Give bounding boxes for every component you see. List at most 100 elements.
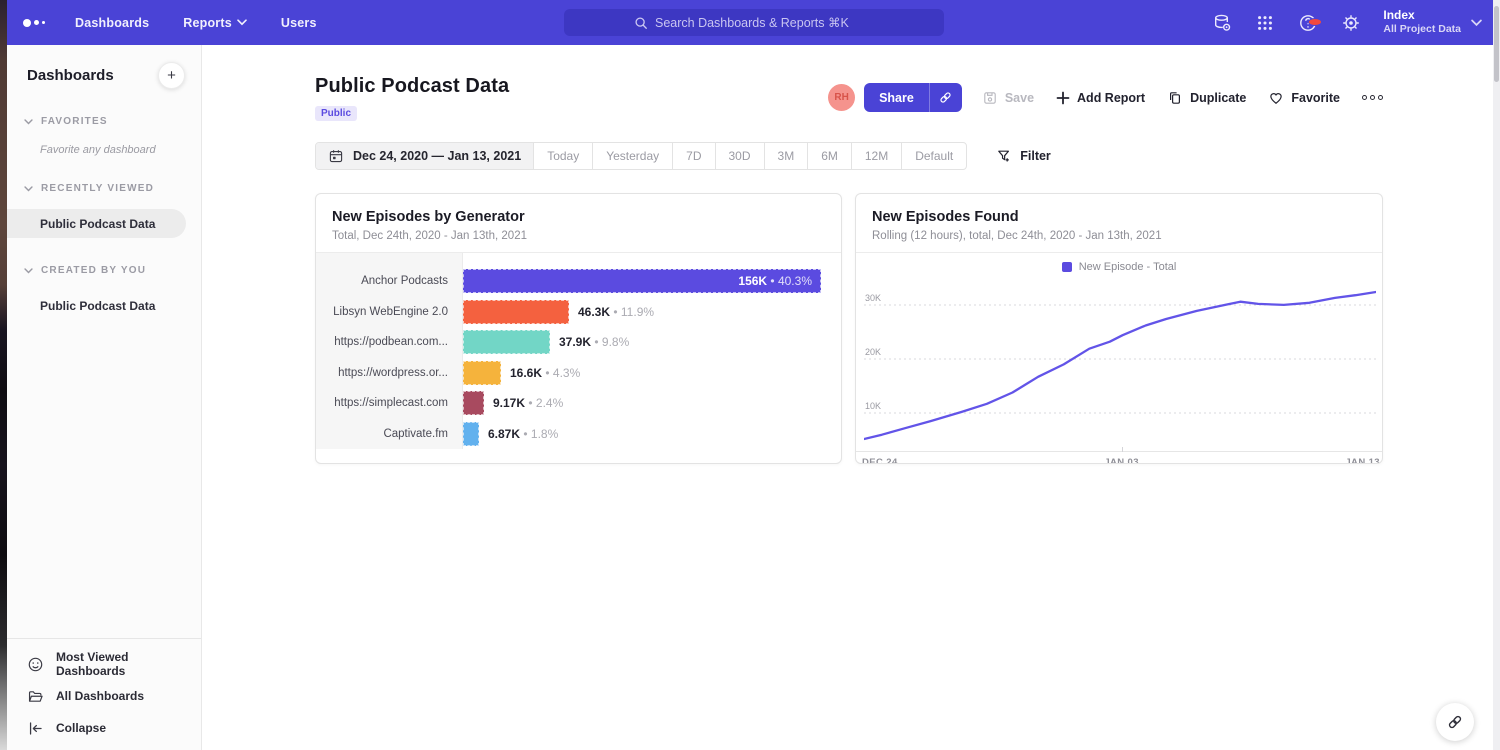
collapse-label: Collapse	[56, 721, 106, 735]
apps-grid-icon[interactable]	[1254, 12, 1276, 34]
app-window: Dashboards Reports Users	[0, 0, 1500, 750]
nav-dashboards[interactable]: Dashboards	[75, 16, 149, 30]
gear-icon[interactable]	[1340, 12, 1362, 34]
page-scrollbar[interactable]	[1493, 0, 1500, 750]
title-block: Public Podcast Data Public	[315, 75, 509, 121]
sidebar-item-public-podcast-data-recent[interactable]: Public Podcast Data	[7, 209, 186, 238]
bar-segment-1[interactable]: 156K • 40.3%	[463, 269, 821, 293]
bar-chart-title[interactable]: New Episodes by Generator	[332, 209, 825, 225]
line-chart-x-axis: DEC 24 JAN 03 JAN 13	[856, 451, 1382, 464]
duplicate-button[interactable]: Duplicate	[1167, 90, 1246, 106]
heart-icon	[1268, 90, 1284, 106]
date-toolbar: Dec 24, 2020 — Jan 13, 2021 TodayYesterd…	[315, 142, 1383, 170]
most-viewed-dashboards-button[interactable]: Most Viewed Dashboards	[7, 648, 201, 680]
link-icon	[938, 90, 953, 105]
bar-chart-plot[interactable]: Anchor Podcasts156K • 40.3%Libsyn WebEng…	[316, 253, 841, 463]
bar-value-label: 6.87K • 1.8%	[488, 427, 558, 441]
floating-link-button[interactable]	[1436, 703, 1474, 741]
section-created-by-you[interactable]: CREATED BY YOU	[24, 265, 201, 276]
bar-chart-panel: New Episodes by Generator Total, Dec 24t…	[315, 193, 842, 464]
search-icon	[634, 16, 648, 30]
project-switcher[interactable]: Index All Project Data	[1383, 8, 1482, 36]
all-dashboards-label: All Dashboards	[56, 689, 144, 703]
app-logo-icon[interactable]	[23, 19, 57, 27]
share-button[interactable]: Share	[864, 83, 929, 112]
scrollbar-thumb[interactable]	[1494, 6, 1499, 82]
bar-segment-5[interactable]	[463, 391, 484, 415]
date-range-picker[interactable]: Dec 24, 2020 — Jan 13, 2021	[316, 143, 533, 169]
data-source-icon[interactable]	[1211, 12, 1233, 34]
bar-zone: 46.3K • 11.9%	[463, 297, 841, 328]
add-report-button[interactable]: Add Report	[1056, 91, 1145, 105]
favorite-label: Favorite	[1291, 91, 1340, 105]
quick-range-12m[interactable]: 12M	[851, 143, 901, 169]
sidebar-item-public-podcast-data-created[interactable]: Public Podcast Data	[7, 291, 201, 320]
line-chart-svg: 10K20K30K	[864, 279, 1376, 446]
bar-segment-2[interactable]	[463, 300, 569, 324]
section-favorites[interactable]: FAVORITES	[24, 116, 201, 127]
nav-reports[interactable]: Reports	[183, 16, 247, 30]
bar-zone: 9.17K • 2.4%	[463, 388, 841, 419]
line-chart-plot[interactable]: 10K20K30K	[856, 279, 1382, 451]
background-edge-strip	[0, 0, 7, 750]
bar-segment-6[interactable]	[463, 422, 479, 446]
avatar[interactable]: RH	[828, 84, 855, 111]
quick-range-3m[interactable]: 3M	[764, 143, 808, 169]
quick-range-default[interactable]: Default	[901, 143, 966, 169]
quick-range-group: TodayYesterday7D30D3M6M12MDefault	[533, 143, 966, 169]
share-link-button[interactable]	[929, 83, 962, 112]
bar-row: https://podbean.com...37.9K • 9.8%	[316, 327, 841, 358]
bar-row: Libsyn WebEngine 2.046.3K • 11.9%	[316, 297, 841, 328]
x-tick-label-start: DEC 24	[862, 457, 898, 464]
quick-range-6m[interactable]: 6M	[807, 143, 851, 169]
quick-range-today[interactable]: Today	[533, 143, 592, 169]
bar-zone: 16.6K • 4.3%	[463, 358, 841, 389]
folder-icon	[27, 688, 44, 705]
most-viewed-dashboards-label: Most Viewed Dashboards	[56, 650, 201, 678]
quick-range-7d[interactable]: 7D	[672, 143, 714, 169]
help-icon[interactable]	[1297, 12, 1319, 34]
bar-value-label: 9.17K • 2.4%	[493, 396, 563, 410]
bar-segment-3[interactable]	[463, 330, 550, 354]
line-chart-title[interactable]: New Episodes Found	[872, 209, 1366, 225]
bar-row: Anchor Podcasts156K • 40.3%	[316, 266, 841, 297]
line-chart-header: New Episodes Found Rolling (12 hours), t…	[856, 194, 1382, 253]
line-chart-legend[interactable]: New Episode - Total	[856, 255, 1382, 279]
section-created-by-you-label: CREATED BY YOU	[41, 265, 146, 276]
top-navigation: Dashboards Reports Users	[7, 0, 1500, 45]
filter-button[interactable]: Filter	[996, 148, 1051, 164]
x-tick-label-end: JAN 13	[1345, 457, 1380, 464]
y-tick-label: 10K	[865, 401, 881, 411]
collapse-sidebar-button[interactable]: Collapse	[7, 712, 201, 744]
nav-users[interactable]: Users	[281, 16, 317, 30]
quick-range-30d[interactable]: 30D	[715, 143, 764, 169]
section-recently-viewed[interactable]: RECENTLY VIEWED	[24, 183, 201, 194]
legend-label: New Episode - Total	[1079, 261, 1177, 273]
bar-value-label: 156K • 40.3%	[738, 274, 812, 288]
add-dashboard-button[interactable]: +	[158, 62, 185, 89]
date-range-bar: Dec 24, 2020 — Jan 13, 2021 TodayYesterd…	[315, 142, 967, 170]
duplicate-icon	[1167, 90, 1183, 106]
bar-chart-header: New Episodes by Generator Total, Dec 24t…	[316, 194, 841, 253]
sidebar-title: Dashboards	[27, 67, 114, 84]
all-dashboards-button[interactable]: All Dashboards	[7, 680, 201, 712]
chevron-down-icon	[1471, 19, 1482, 27]
bar-value-label: 46.3K • 11.9%	[578, 305, 654, 319]
date-range-label: Dec 24, 2020 — Jan 13, 2021	[353, 149, 521, 163]
save-label: Save	[1005, 91, 1034, 105]
more-actions-button[interactable]	[1362, 95, 1383, 100]
bar-segment-4[interactable]	[463, 361, 501, 385]
y-tick-label: 20K	[865, 347, 881, 357]
nav-right-cluster: Index All Project Data	[1211, 0, 1482, 45]
filter-funnel-icon	[996, 148, 1012, 164]
quick-range-yesterday[interactable]: Yesterday	[592, 143, 672, 169]
legend-swatch	[1062, 262, 1072, 272]
bar-category-label: https://wordpress.or...	[316, 367, 463, 379]
save-button[interactable]: Save	[982, 90, 1034, 106]
favorite-button[interactable]: Favorite	[1268, 90, 1340, 106]
search-text-field[interactable]	[655, 16, 873, 30]
line-series-new-episode-total[interactable]	[864, 292, 1376, 439]
search-input[interactable]	[564, 9, 944, 36]
save-icon	[982, 90, 998, 106]
project-name: Index	[1383, 8, 1461, 23]
